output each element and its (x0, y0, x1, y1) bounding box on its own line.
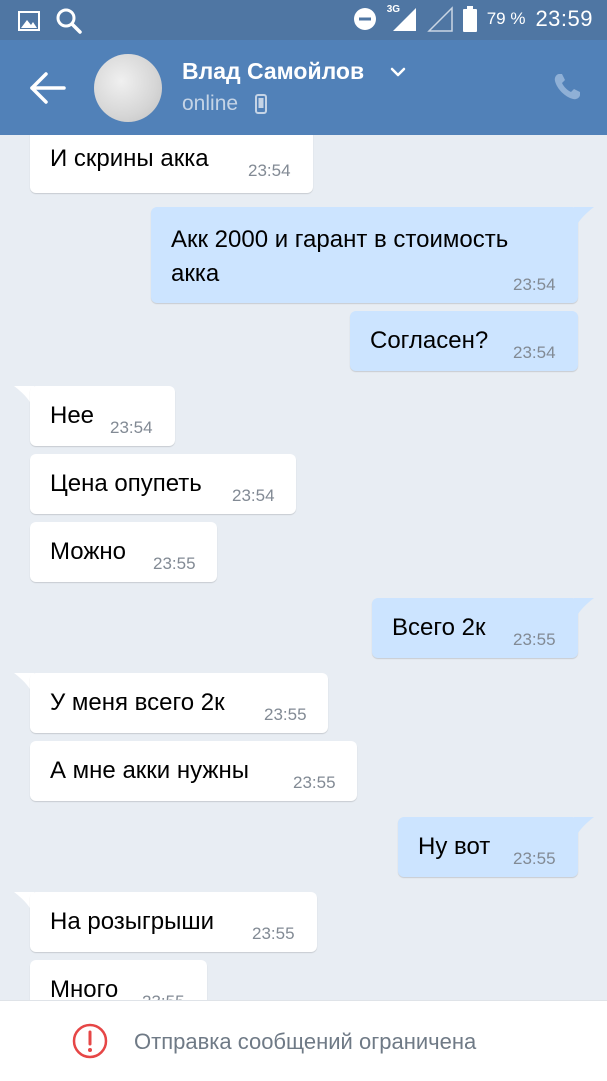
restriction-bar: Отправка сообщений ограничена (0, 1000, 607, 1081)
message-time: 23:54 (513, 343, 556, 362)
call-icon[interactable] (552, 72, 582, 102)
message-time: 23:54 (232, 486, 275, 505)
message-incoming[interactable]: А мне акки нужны 23:55 (30, 741, 357, 801)
message-list[interactable]: И скрины акка 23:54 Акк 2000 и гарант в … (0, 135, 607, 1000)
message-text: Много (50, 976, 119, 1000)
avatar[interactable] (94, 54, 162, 122)
status-right: 3G 79 % 23:59 (353, 4, 593, 32)
dnd-icon (353, 8, 376, 30)
image-icon (18, 11, 40, 31)
message-time: 23:55 (513, 630, 556, 649)
phone-device-icon (255, 94, 267, 114)
message-time: 23:55 (142, 992, 185, 1000)
contact-name[interactable]: Влад Самойлов (182, 58, 364, 85)
message-time: 23:55 (252, 924, 295, 943)
restriction-text: Отправка сообщений ограничена (134, 1029, 477, 1054)
search-icon (56, 8, 82, 34)
presence-status: online (182, 92, 239, 115)
bubble-tail (574, 817, 594, 839)
message-text: Согласен? (370, 327, 489, 354)
message-text: И скрины акка (50, 145, 209, 172)
back-arrow-icon[interactable] (28, 70, 68, 106)
message-time: 23:55 (153, 554, 196, 573)
signal-icon: 3G (387, 4, 417, 32)
message-text: У меня всего 2к (50, 689, 225, 716)
message-incoming[interactable]: И скрины акка 23:54 (30, 135, 313, 193)
alert-circle-icon (72, 1023, 108, 1059)
battery-icon (462, 6, 477, 32)
message-text: Нее (50, 402, 95, 429)
message-outgoing[interactable]: Ну вот 23:55 (398, 817, 578, 877)
bubble-tail (574, 598, 594, 620)
message-outgoing[interactable]: Согласен? 23:54 (350, 311, 578, 371)
message-line: Акк 2000 и гарант в стоимость (171, 226, 509, 253)
chevron-down-icon[interactable] (390, 66, 406, 78)
message-incoming[interactable]: Можно 23:55 (30, 522, 217, 582)
message-incoming[interactable]: Цена опупеть 23:54 (30, 454, 296, 514)
message-outgoing[interactable]: Акк 2000 и гарант в стоимость акка 23:54 (151, 207, 578, 303)
message-text: На розыгрыши (50, 908, 215, 935)
message-time: 23:54 (110, 418, 153, 437)
clock: 23:59 (535, 6, 593, 31)
message-outgoing[interactable]: Всего 2к 23:55 (372, 598, 578, 658)
message-time: 23:54 (248, 161, 291, 180)
battery-percent: 79 % (486, 9, 526, 28)
message-text: Акк 2000 и гарант в стоимость акка (171, 223, 508, 291)
signal-2-icon (426, 6, 453, 32)
message-text: Цена опупеть (50, 470, 202, 497)
message-incoming[interactable]: Много 23:55 (30, 960, 207, 1000)
chat-header: Влад Самойлов online (0, 40, 607, 135)
message-text: Всего 2к (392, 614, 486, 641)
message-incoming[interactable]: Нее 23:54 (30, 386, 175, 446)
message-text: А мне акки нужны (50, 757, 249, 784)
message-line: акка (171, 260, 220, 287)
message-text: Ну вот (418, 833, 491, 860)
bubble-tail (574, 207, 594, 229)
status-left (18, 8, 82, 34)
status-bar: 3G 79 % 23:59 (0, 0, 607, 40)
message-time: 23:55 (293, 773, 336, 792)
message-time: 23:55 (513, 849, 556, 868)
message-incoming[interactable]: На розыгрыши 23:55 (30, 892, 317, 952)
message-time: 23:54 (513, 275, 556, 294)
message-time: 23:55 (264, 705, 307, 724)
message-text: Можно (50, 538, 126, 565)
message-incoming[interactable]: У меня всего 2к 23:55 (30, 673, 328, 733)
